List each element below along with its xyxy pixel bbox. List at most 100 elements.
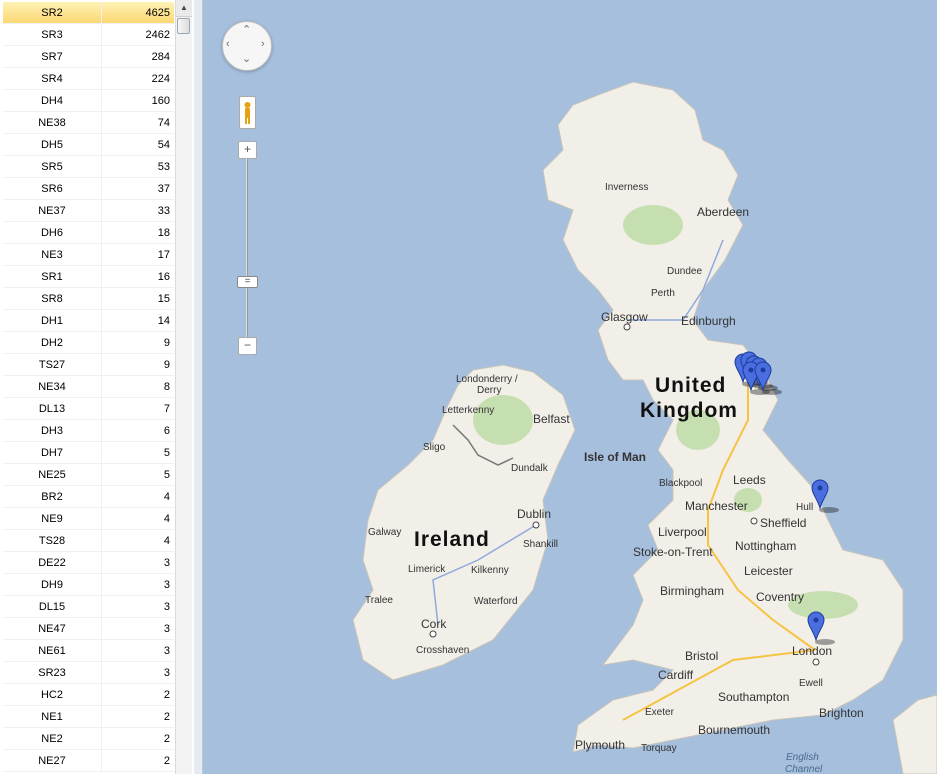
marker-shadow	[762, 389, 782, 395]
marker-shadow	[819, 507, 839, 513]
table-row[interactable]: SR23 3	[3, 661, 174, 684]
table-row[interactable]: NE37 33	[3, 199, 174, 222]
table-row[interactable]: SR7 284	[3, 45, 174, 68]
table-row[interactable]: SR4 224	[3, 67, 174, 90]
scroll-up-arrow-icon[interactable]: ▲	[176, 0, 192, 17]
france-landmass	[892, 694, 937, 774]
postcode-cell: NE1	[3, 705, 102, 728]
zoom-in-button[interactable]: +	[238, 141, 257, 159]
count-cell: 2	[101, 683, 174, 706]
place-exeter: Exeter	[645, 707, 675, 718]
panel-splitter[interactable]	[194, 0, 203, 774]
place-galway: Galway	[368, 527, 401, 538]
table-row[interactable]: DH3 6	[3, 419, 174, 442]
zoom-slider-track[interactable]	[246, 158, 248, 341]
table-row[interactable]: HC2 2	[3, 683, 174, 706]
postcode-cell: DH5	[3, 133, 102, 156]
zoom-out-button[interactable]: −	[238, 337, 257, 355]
postcode-cell: NE25	[3, 463, 102, 486]
table-row[interactable]: NE1 2	[3, 705, 174, 728]
table-row[interactable]: SR3 2462	[3, 23, 174, 46]
table-row[interactable]: TS28 4	[3, 529, 174, 552]
table-row[interactable]: DL13 7	[3, 397, 174, 420]
table-row[interactable]: DH2 9	[3, 331, 174, 354]
place-sheffield: Sheffield	[760, 516, 806, 530]
postcode-cell: NE3	[3, 243, 102, 266]
count-cell: 6	[101, 419, 174, 442]
count-cell: 7	[101, 397, 174, 420]
table-row[interactable]: SR1 16	[3, 265, 174, 288]
table-row[interactable]: DH1 14	[3, 309, 174, 332]
city-dot	[532, 521, 540, 529]
table-row[interactable]: NE9 4	[3, 507, 174, 530]
map-canvas[interactable]: United Kingdom Ireland English Channel I…	[203, 0, 937, 774]
table-row[interactable]: SR8 15	[3, 287, 174, 310]
postcode-cell: TS28	[3, 529, 102, 552]
count-cell: 5	[101, 463, 174, 486]
count-cell: 14	[101, 309, 174, 332]
count-cell: 15	[101, 287, 174, 310]
table-row[interactable]: DH9 3	[3, 573, 174, 596]
place-derry: Derry	[477, 385, 501, 396]
sidebar-scrollbar[interactable]: ▲	[175, 0, 192, 774]
table-row[interactable]: SR6 37	[3, 177, 174, 200]
pan-up-arrow-icon[interactable]: ⌃	[242, 23, 251, 36]
postcode-cell: SR6	[3, 177, 102, 200]
place-kilkenny: Kilkenny	[471, 565, 509, 576]
place-crosshaven: Crosshaven	[416, 645, 469, 656]
place-torquay: Torquay	[641, 743, 677, 754]
place-hull: Hull	[796, 502, 813, 513]
table-row[interactable]: DH5 54	[3, 133, 174, 156]
count-cell: 3	[101, 661, 174, 684]
table-row[interactable]: BR2 4	[3, 485, 174, 508]
pan-down-arrow-icon[interactable]: ⌄	[242, 52, 251, 65]
count-cell: 3	[101, 595, 174, 618]
place-southampton: Southampton	[718, 690, 789, 704]
map-view[interactable]: United Kingdom Ireland English Channel I…	[203, 0, 937, 774]
table-row[interactable]: NE34 8	[3, 375, 174, 398]
table-row[interactable]: TS27 9	[3, 353, 174, 376]
table-row[interactable]: SR2 4625	[3, 2, 174, 24]
count-cell: 16	[101, 265, 174, 288]
table-row[interactable]: NE38 74	[3, 111, 174, 134]
count-cell: 2	[101, 749, 174, 772]
place-bristol: Bristol	[685, 649, 718, 663]
place-plymouth: Plymouth	[575, 738, 625, 752]
count-cell: 160	[101, 89, 174, 112]
place-dublin: Dublin	[517, 507, 551, 521]
postcode-cell: SR5	[3, 155, 102, 178]
table-row[interactable]: DE22 3	[3, 551, 174, 574]
country-label-ireland: Ireland	[414, 528, 490, 551]
city-dot	[812, 658, 820, 666]
table-row[interactable]: NE25 5	[3, 463, 174, 486]
pan-left-arrow-icon[interactable]: ‹	[226, 38, 230, 50]
postcode-cell: DH2	[3, 331, 102, 354]
postcode-cell: DH1	[3, 309, 102, 332]
table-row[interactable]: DH7 5	[3, 441, 174, 464]
place-glasgow: Glasgow	[601, 310, 648, 324]
table-row[interactable]: NE3 17	[3, 243, 174, 266]
table-row[interactable]: DH4 160	[3, 89, 174, 112]
table-row[interactable]: NE47 3	[3, 617, 174, 640]
table-row[interactable]: NE27 2	[3, 749, 174, 772]
pegman-icon[interactable]	[239, 96, 256, 129]
postcode-cell: SR23	[3, 661, 102, 684]
pan-right-arrow-icon[interactable]: ›	[261, 38, 265, 50]
count-cell: 9	[101, 331, 174, 354]
pan-control[interactable]: ⌃ ‹ › ⌄	[222, 21, 272, 71]
marker-dot	[748, 367, 754, 373]
table-row[interactable]: SR5 53	[3, 155, 174, 178]
table-row[interactable]: NE61 3	[3, 639, 174, 662]
table-row[interactable]: DH6 18	[3, 221, 174, 244]
postcode-cell: SR1	[3, 265, 102, 288]
park-area	[623, 205, 683, 245]
place-cork: Cork	[421, 617, 447, 631]
place-bournemouth: Bournemouth	[698, 723, 770, 737]
place-sligo: Sligo	[423, 442, 446, 453]
table-row[interactable]: DL15 3	[3, 595, 174, 618]
zoom-slider-handle[interactable]: =	[237, 276, 258, 288]
place-inverness: Inverness	[605, 182, 648, 193]
city-dot	[750, 517, 758, 525]
scroll-thumb[interactable]	[177, 18, 190, 34]
table-row[interactable]: NE2 2	[3, 727, 174, 750]
